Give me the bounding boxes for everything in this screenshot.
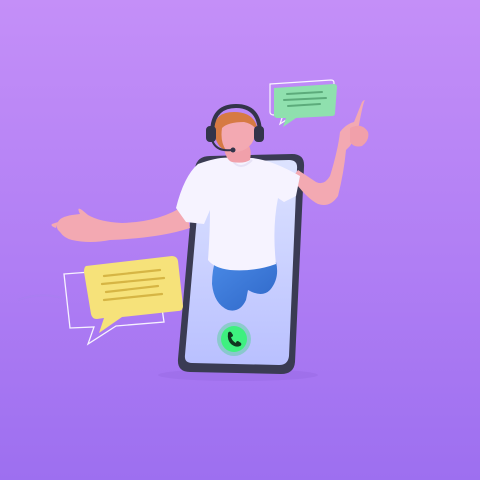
illustration-scene: [0, 0, 480, 480]
call-button: [217, 322, 251, 356]
support-agent-illustration: [17, 79, 369, 381]
chat-bubble-green: [269, 79, 337, 127]
chat-bubble-yellow: [63, 256, 183, 346]
chat-bubble-icon: [84, 256, 183, 333]
hand-shadow: [17, 294, 63, 301]
left-arm: [56, 205, 190, 242]
